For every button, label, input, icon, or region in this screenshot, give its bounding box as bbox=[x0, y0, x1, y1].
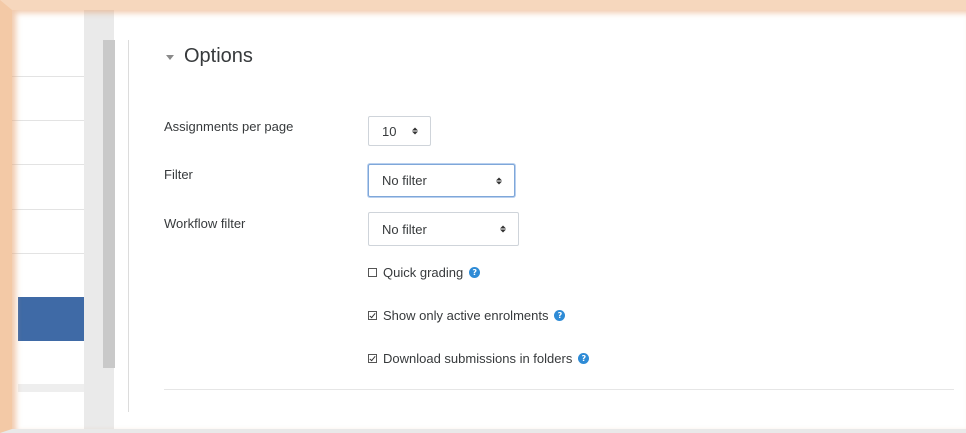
nav-item-active[interactable] bbox=[18, 297, 84, 341]
left-navigation bbox=[12, 10, 84, 429]
nav-item[interactable] bbox=[18, 384, 84, 392]
workflow-filter-select[interactable]: No filter bbox=[368, 212, 519, 246]
select-value: No filter bbox=[382, 173, 427, 188]
filter-select[interactable]: No filter bbox=[368, 164, 515, 197]
assignments-per-page-select[interactable]: 10 bbox=[368, 116, 431, 146]
select-value: No filter bbox=[382, 221, 427, 237]
select-value: 10 bbox=[382, 123, 397, 139]
column-divider bbox=[128, 40, 129, 412]
checkbox-label[interactable]: Quick grading bbox=[383, 265, 463, 280]
question-circle-icon[interactable]: ? bbox=[578, 353, 590, 364]
active-enrolments-option: Show only active enrolments ? bbox=[368, 308, 566, 323]
download-folders-option: Download submissions in folders ? bbox=[368, 351, 590, 366]
section-divider bbox=[164, 389, 954, 390]
question-circle-icon[interactable]: ? bbox=[469, 267, 481, 278]
assignments-per-page-label: Assignments per page bbox=[164, 119, 294, 134]
quick-grading-checkbox[interactable] bbox=[368, 268, 377, 277]
checkbox-label[interactable]: Download submissions in folders bbox=[383, 351, 572, 366]
select-arrows-icon bbox=[412, 127, 418, 135]
select-arrows-icon bbox=[500, 225, 506, 233]
nav-divider bbox=[12, 76, 84, 77]
nav-divider bbox=[12, 253, 84, 254]
checkbox-label[interactable]: Show only active enrolments bbox=[383, 308, 548, 323]
download-folders-checkbox[interactable] bbox=[368, 354, 377, 363]
active-enrolments-checkbox[interactable] bbox=[368, 311, 377, 320]
options-section-toggle[interactable]: Options bbox=[166, 45, 253, 68]
quick-grading-option: Quick grading ? bbox=[368, 265, 481, 280]
nav-divider bbox=[12, 209, 84, 210]
nav-divider bbox=[12, 120, 84, 121]
scrollbar-thumb[interactable] bbox=[103, 40, 115, 368]
nav-divider bbox=[12, 164, 84, 165]
filter-label: Filter bbox=[164, 167, 193, 182]
section-title: Options bbox=[184, 45, 253, 67]
question-circle-icon[interactable]: ? bbox=[554, 310, 566, 321]
workflow-filter-label: Workflow filter bbox=[164, 216, 246, 231]
chevron-down-icon bbox=[166, 55, 174, 60]
select-arrows-icon bbox=[496, 177, 502, 184]
